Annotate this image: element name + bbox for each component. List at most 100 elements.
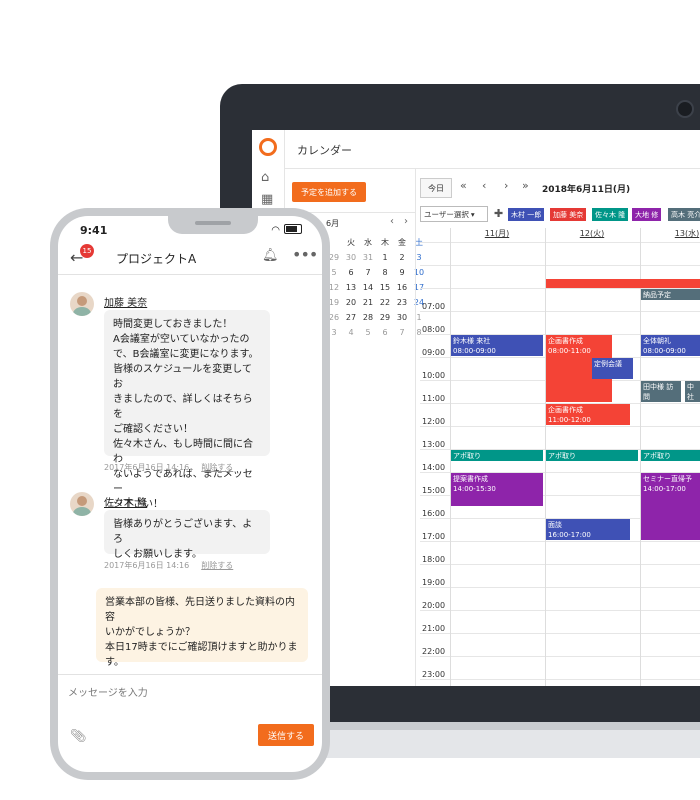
- mini-calendar-day[interactable]: 29: [377, 311, 393, 324]
- today-button[interactable]: 今日: [420, 178, 452, 198]
- event-title: 鈴木様 来社: [453, 337, 491, 345]
- event-title: 中: [687, 383, 694, 391]
- next-week-icon[interactable]: »: [522, 179, 529, 192]
- delete-link[interactable]: 削除する: [201, 561, 233, 570]
- chevron-down-icon: ▾: [470, 209, 475, 219]
- mini-calendar-day[interactable]: 28: [360, 311, 376, 324]
- mini-calendar-day[interactable]: 9: [394, 266, 410, 279]
- user-tag[interactable]: 加藤 美奈: [550, 208, 587, 221]
- event-title: 全体朝礼: [643, 337, 671, 345]
- delete-link[interactable]: 削除する: [201, 463, 233, 472]
- user-tag[interactable]: 佐々木 隆: [592, 208, 629, 221]
- mini-calendar-day[interactable]: 15: [377, 281, 393, 294]
- user-select-dropdown[interactable]: ユーザー選択 ▾: [420, 206, 488, 222]
- prev-week-icon[interactable]: «: [460, 179, 467, 192]
- avatar[interactable]: [70, 492, 94, 516]
- mini-calendar-day[interactable]: 6: [343, 266, 359, 279]
- event-title: 定例会議: [594, 360, 622, 368]
- calendar-icon[interactable]: ▦: [261, 192, 273, 207]
- event-title: 田中様 訪問: [643, 383, 674, 401]
- mini-calendar-day[interactable]: 2: [394, 251, 410, 264]
- event-title: 提案書作成: [453, 475, 488, 483]
- home-icon[interactable]: ⌂: [261, 170, 269, 185]
- mini-calendar-day[interactable]: 20: [343, 296, 359, 309]
- day-header[interactable]: 12(火): [545, 228, 639, 242]
- mini-calendar-day[interactable]: 23: [394, 296, 410, 309]
- calendar-event[interactable]: 提案書作成 14:00-15:30: [451, 473, 543, 506]
- speaker: [195, 221, 231, 225]
- more-options-icon[interactable]: •••: [292, 245, 318, 264]
- mini-calendar-day[interactable]: 22: [377, 296, 393, 309]
- mini-calendar-day[interactable]: 27: [343, 311, 359, 324]
- grid-line: [420, 656, 700, 657]
- calendar-event[interactable]: 全体朝礼 08:00-09:00: [641, 335, 700, 356]
- grid-line: [420, 242, 700, 243]
- user-tag[interactable]: 大地 修: [632, 208, 662, 221]
- calendar-event[interactable]: 定例会議: [592, 358, 634, 379]
- next-day-icon[interactable]: ›: [504, 179, 508, 192]
- day-header[interactable]: 13(水): [640, 228, 700, 242]
- day-header[interactable]: 11(月): [450, 228, 544, 242]
- calendar-event[interactable]: 鈴木様 来社 08:00-09:00: [451, 335, 543, 356]
- mini-calendar-day[interactable]: 31: [360, 251, 376, 264]
- calendar-event[interactable]: 田中様 訪問10:00-11:00: [641, 381, 682, 402]
- calendar-event[interactable]: アポ取り13:00: [451, 450, 543, 461]
- calendar-event[interactable]: アポ取り13:00: [546, 450, 638, 461]
- grid-line: [420, 426, 700, 427]
- grid-line: [420, 265, 700, 266]
- mini-calendar-day[interactable]: 30: [343, 251, 359, 264]
- message-meta: 2017年6月16日 14:16 削除する: [104, 462, 233, 473]
- bell-icon[interactable]: 🔔︎: [262, 248, 279, 263]
- user-tag[interactable]: 木村 一郎: [508, 208, 545, 221]
- mini-calendar-day[interactable]: 8: [377, 266, 393, 279]
- mini-calendar-day[interactable]: 7: [394, 326, 410, 339]
- paperclip-icon[interactable]: 📎︎: [70, 729, 87, 744]
- grid-line: [420, 587, 700, 588]
- divider: [415, 168, 416, 686]
- app-logo-icon[interactable]: [259, 138, 277, 156]
- message-input[interactable]: メッセージを入力: [68, 684, 148, 699]
- hour-label: 21:00: [422, 624, 446, 633]
- mini-calendar-day[interactable]: 7: [360, 266, 376, 279]
- calendar-event[interactable]: セミナー直帰予 14:00-17:00: [641, 473, 700, 540]
- grid-line: [420, 311, 700, 312]
- event-time: 08:00-09:00: [643, 347, 686, 355]
- prev-month-icon[interactable]: ‹: [390, 216, 394, 227]
- calendar-event[interactable]: 面談 16:00-17:00: [546, 519, 631, 540]
- send-button[interactable]: 送信する: [258, 724, 314, 746]
- calendar-event[interactable]: アポ取り13:00: [641, 450, 700, 461]
- calendar-event[interactable]: 納品予定: [641, 289, 700, 300]
- add-event-button[interactable]: 予定を追加する: [292, 182, 366, 202]
- user-tag[interactable]: 高木 亮介: [668, 208, 700, 221]
- grid-line: [420, 633, 700, 634]
- add-user-icon[interactable]: ✚: [494, 207, 503, 220]
- mini-calendar-day[interactable]: 30: [394, 311, 410, 324]
- divider: [58, 674, 322, 675]
- prev-day-icon[interactable]: ‹: [482, 179, 486, 192]
- chat-header: ← 15 プロジェクトA 🔔︎ •••: [58, 242, 322, 275]
- hour-label: 20:00: [422, 601, 446, 610]
- event-title: 企画書作成: [548, 406, 583, 414]
- message-bubble: 時間変更しておきました！ A会議室が空いていなかったの で、B会議室に変更になり…: [104, 310, 270, 510]
- mini-calendar-day[interactable]: 21: [360, 296, 376, 309]
- mini-calendar-day[interactable]: 13: [343, 281, 359, 294]
- mini-calendar-day[interactable]: 5: [360, 326, 376, 339]
- mini-calendar-grid: 火水木金土 29 30 31 1 2 3 5 6 7 8 9 10 12 13 14 15 16 17 19 20 21 2…: [326, 236, 424, 339]
- mini-calendar-day[interactable]: 4: [343, 326, 359, 339]
- mini-calendar-day[interactable]: 16: [394, 281, 410, 294]
- all-day-event[interactable]: [546, 279, 700, 288]
- chat-title: プロジェクトA: [116, 252, 197, 266]
- hour-label: 16:00: [422, 509, 446, 518]
- mini-calendar-day[interactable]: 1: [377, 251, 393, 264]
- calendar-event[interactable]: 企画書作成 11:00-12:00: [546, 404, 631, 425]
- mini-calendar-day[interactable]: 6: [377, 326, 393, 339]
- avatar[interactable]: [70, 292, 94, 316]
- event-title: 納品予定: [643, 291, 671, 299]
- my-message-bubble: 営業本部の皆様、先日送りました資料の内容 いかがでしょうか？ 本日17時までにご…: [96, 588, 308, 668]
- calendar-event[interactable]: 中社: [685, 381, 700, 402]
- message-author[interactable]: 加藤 美奈: [104, 294, 147, 309]
- mini-calendar-day[interactable]: 14: [360, 281, 376, 294]
- hour-label: 14:00: [422, 463, 446, 472]
- message-author[interactable]: 佐々木 隆: [104, 494, 147, 509]
- next-month-icon[interactable]: ›: [404, 216, 408, 227]
